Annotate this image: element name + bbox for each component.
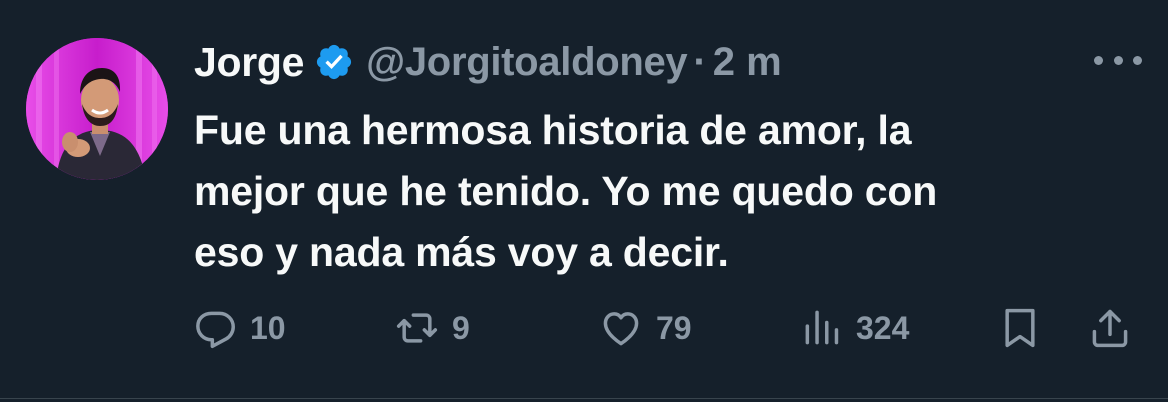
like-count: 79 bbox=[656, 309, 692, 346]
more-icon[interactable] bbox=[1094, 52, 1142, 68]
reply-icon bbox=[194, 306, 238, 350]
like-button[interactable]: 79 bbox=[598, 300, 692, 356]
avatar[interactable] bbox=[26, 38, 168, 180]
author-handle[interactable]: @Jorgitoaldoney bbox=[366, 40, 688, 85]
avatar-photo bbox=[26, 38, 168, 180]
verified-badge-icon[interactable] bbox=[314, 42, 354, 82]
views-button[interactable]: 324 bbox=[800, 300, 909, 356]
reply-count: 10 bbox=[250, 309, 286, 346]
share-button[interactable] bbox=[1088, 300, 1132, 356]
tweet-text-line: mejor que he tenido. Yo me quedo con bbox=[194, 168, 938, 214]
divider bbox=[0, 398, 1168, 399]
views-count: 324 bbox=[856, 309, 910, 346]
retweet-count: 9 bbox=[452, 309, 470, 346]
tweet-text-line: eso y nada más voy a decir. bbox=[194, 229, 729, 275]
tweet-text: Fue una hermosa historia de amor, la mej… bbox=[194, 100, 1134, 283]
retweet-button[interactable]: 9 bbox=[394, 300, 470, 356]
bookmark-button[interactable] bbox=[998, 300, 1042, 356]
bookmark-icon bbox=[998, 304, 1042, 352]
author-name[interactable]: Jorge bbox=[194, 39, 304, 86]
timestamp[interactable]: 2 m bbox=[713, 40, 782, 85]
share-icon bbox=[1088, 304, 1132, 352]
retweet-icon bbox=[394, 306, 440, 350]
separator-dot: · bbox=[693, 39, 707, 84]
tweet-text-line: Fue una hermosa historia de amor, la bbox=[194, 107, 912, 153]
action-bar: 10 9 79 324 bbox=[194, 300, 1144, 356]
tweet[interactable]: Jorge @Jorgitoaldoney · 2 m Fue una herm… bbox=[0, 0, 1168, 402]
reply-button[interactable]: 10 bbox=[194, 300, 286, 356]
views-icon bbox=[800, 306, 844, 350]
tweet-header: Jorge @Jorgitoaldoney · 2 m bbox=[194, 36, 782, 88]
heart-icon bbox=[598, 306, 644, 350]
